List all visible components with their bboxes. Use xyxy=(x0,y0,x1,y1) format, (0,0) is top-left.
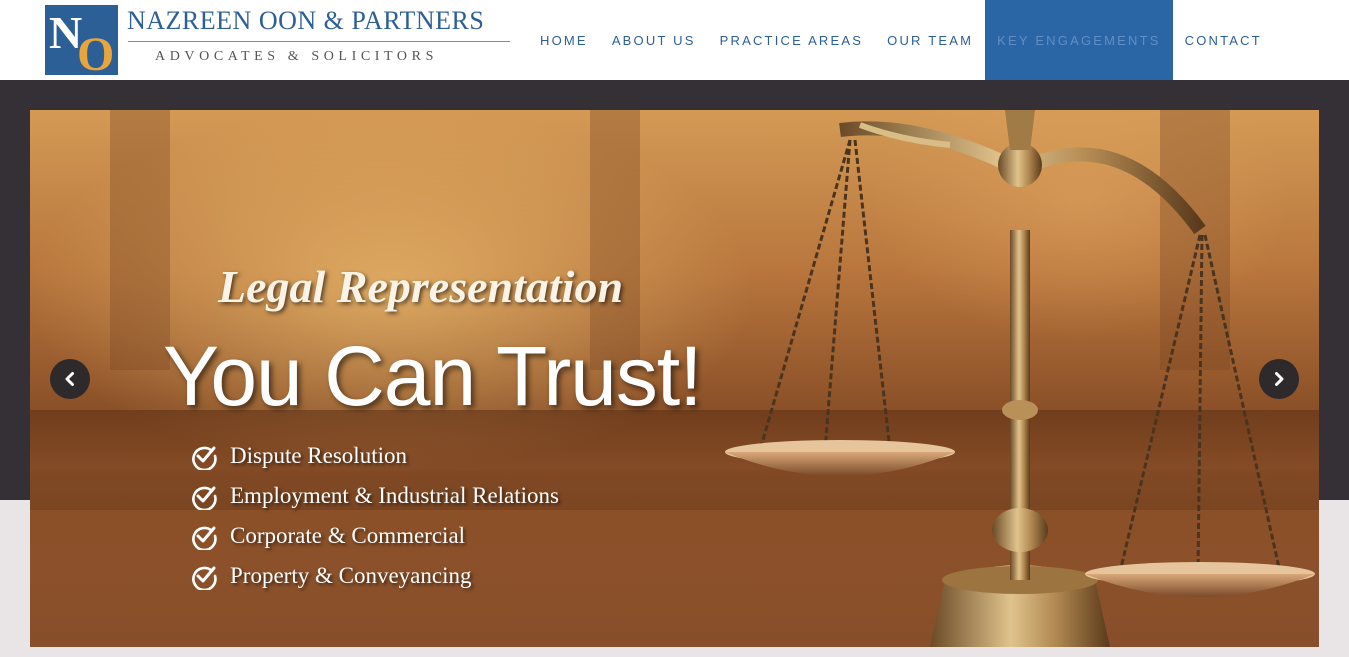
logo-letter-o: O xyxy=(77,28,115,75)
firm-tagline: ADVOCATES & SOLICITORS xyxy=(155,49,438,64)
slide-headline: You Can Trust! xyxy=(163,329,703,423)
service-label: Property & Conveyancing xyxy=(230,563,472,588)
scales-of-justice-image xyxy=(725,110,1315,647)
service-item: Corporate & Commercial xyxy=(190,516,559,556)
logo-divider xyxy=(128,41,510,42)
chevron-left-icon xyxy=(65,372,74,386)
site-header: N O NAZREEN OON & PARTNERS ADVOCATES & S… xyxy=(0,0,1349,80)
service-item: Employment & Industrial Relations xyxy=(190,476,559,516)
nav-practice-areas[interactable]: PRACTICE AREAS xyxy=(708,0,876,80)
nav-about-us[interactable]: ABOUT US xyxy=(600,0,708,80)
slider-prev-button[interactable] xyxy=(50,359,90,399)
check-circle-icon xyxy=(192,446,217,470)
service-label: Employment & Industrial Relations xyxy=(230,483,559,508)
service-item: Property & Conveyancing xyxy=(190,556,559,596)
nav-our-team[interactable]: OUR TEAM xyxy=(875,0,985,80)
firm-name[interactable]: NAZREEN OON & PARTNERS xyxy=(127,6,484,36)
logo-mark[interactable]: N O xyxy=(45,5,118,75)
background-pillar xyxy=(110,110,170,370)
service-label: Dispute Resolution xyxy=(230,443,407,468)
services-list: Dispute Resolution Employment & Industri… xyxy=(190,436,559,596)
check-circle-icon xyxy=(192,526,217,550)
nav-home[interactable]: HOME xyxy=(528,0,600,80)
slider-next-button[interactable] xyxy=(1259,359,1299,399)
logo-letter-n: N xyxy=(49,7,82,58)
hero-slider: Legal Representation You Can Trust! Disp… xyxy=(30,110,1319,647)
nav-key-engagements[interactable]: KEY ENGAGEMENTS xyxy=(985,0,1173,80)
check-circle-icon xyxy=(192,566,217,590)
service-item: Dispute Resolution xyxy=(190,436,559,476)
main-nav: HOME ABOUT US PRACTICE AREAS OUR TEAM KE… xyxy=(528,0,1274,80)
check-circle-icon xyxy=(192,486,217,510)
chevron-right-icon xyxy=(1275,372,1284,386)
slide-subheading: Legal Representation xyxy=(218,261,624,312)
nav-contact[interactable]: CONTACT xyxy=(1173,0,1274,80)
service-label: Corporate & Commercial xyxy=(230,523,466,548)
